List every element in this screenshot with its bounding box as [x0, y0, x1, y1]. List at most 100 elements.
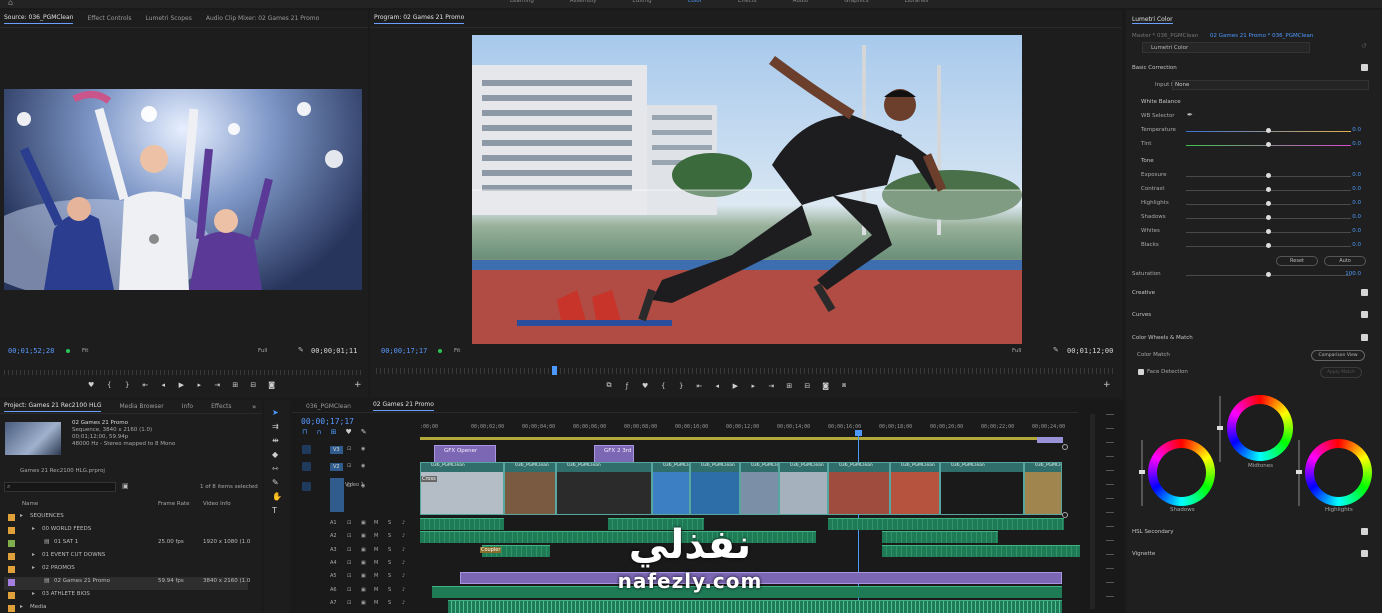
eye-icon[interactable]: ◉: [361, 446, 365, 452]
label-color-swatch[interactable]: [8, 540, 15, 547]
hsl-secondary-checkbox[interactable]: [1361, 528, 1368, 535]
program-timecode[interactable]: 00;00;17;17: [381, 347, 427, 355]
video-clip[interactable]: 036_PGMClean: [690, 462, 740, 515]
track-target-a7[interactable]: A7: [330, 600, 337, 606]
workspace-audio[interactable]: Audio: [793, 0, 809, 4]
solo-button[interactable]: S: [388, 560, 391, 566]
insert-icon[interactable]: ⊞: [232, 381, 238, 389]
video-clip[interactable]: 036_PGMClean: [556, 462, 652, 515]
workspace-color[interactable]: Color: [688, 0, 702, 4]
timeline-timecode[interactable]: 00;00;17;17: [301, 417, 354, 426]
track-target-a6[interactable]: A6: [330, 587, 337, 593]
eyedropper-icon[interactable]: ✒: [1187, 111, 1193, 119]
auto-button[interactable]: Auto: [1324, 256, 1366, 266]
saturation-slider[interactable]: Saturation 100.0: [1132, 271, 1361, 281]
sync-icon[interactable]: ▣: [361, 560, 366, 566]
list-item[interactable]: ▸ 01 EVENT CUT DOWNS: [4, 551, 248, 564]
workspace-libraries[interactable]: Libraries: [905, 0, 929, 4]
program-playhead[interactable]: [552, 366, 557, 375]
vignette-checkbox[interactable]: [1361, 550, 1368, 557]
track-target-v2[interactable]: V2: [330, 463, 343, 471]
video-clip[interactable]: 036_PGMClean: [828, 462, 890, 515]
playhead-handle[interactable]: [855, 430, 862, 436]
column-name[interactable]: Name: [22, 501, 38, 507]
new-bin-icon[interactable]: ▣: [122, 482, 129, 490]
sequence-icon[interactable]: ⊞: [331, 428, 337, 436]
list-item[interactable]: ▸ SEQUENCES: [4, 512, 248, 525]
mark-in-icon[interactable]: {: [106, 381, 112, 389]
lumetri-master-path[interactable]: Master * 036_PGMClean: [1132, 33, 1198, 39]
label-color-swatch[interactable]: [8, 605, 15, 612]
go-to-out-icon[interactable]: ⇥: [768, 382, 774, 390]
audio-clip[interactable]: [882, 545, 1082, 557]
mic-icon[interactable]: ♪: [402, 520, 405, 526]
mic-icon[interactable]: ♪: [402, 573, 405, 579]
section-hsl-secondary[interactable]: HSL Secondary: [1132, 529, 1174, 535]
export-frame-icon[interactable]: ◙: [822, 382, 829, 390]
cross-dissolve-label[interactable]: Cross: [421, 476, 437, 482]
program-fit-select[interactable]: Fit: [454, 348, 460, 354]
lock-icon[interactable]: ⊡: [347, 547, 351, 553]
solo-button[interactable]: S: [388, 587, 391, 593]
face-detection-checkbox[interactable]: [1138, 369, 1144, 375]
workspace-editing[interactable]: Editing: [632, 0, 651, 4]
mic-icon[interactable]: ♪: [402, 600, 405, 606]
list-item[interactable]: ▤ 01 SAT 1 25.00 fps 1920 x 1080 (1.0: [4, 538, 250, 551]
solo-button[interactable]: S: [388, 533, 391, 539]
in-out-range[interactable]: [1037, 437, 1063, 443]
lift-icon[interactable]: ⧉: [606, 381, 612, 390]
step-forward-icon[interactable]: ▸: [750, 382, 756, 390]
add-button-icon[interactable]: +: [354, 380, 362, 390]
lock-icon[interactable]: ⊡: [347, 600, 351, 606]
label-color-swatch[interactable]: [8, 527, 15, 534]
timeline-vscroll[interactable]: [1065, 440, 1069, 600]
sync-icon[interactable]: ▣: [361, 600, 366, 606]
snap-icon[interactable]: ⊓: [302, 428, 307, 436]
gfx-opener-clip[interactable]: GFX Opener: [434, 445, 496, 463]
source-fit-select[interactable]: Fit: [82, 348, 88, 354]
source-patch-v1[interactable]: [302, 482, 311, 491]
section-basic-correction[interactable]: Basic Correction: [1132, 65, 1177, 71]
white-balance-heading[interactable]: White Balance: [1141, 99, 1181, 105]
mute-button[interactable]: M: [374, 600, 378, 606]
go-to-out-icon[interactable]: ⇥: [214, 381, 220, 389]
play-icon[interactable]: ▶: [732, 382, 738, 390]
lock-icon[interactable]: ⊡: [347, 533, 351, 539]
label-color-swatch[interactable]: [8, 553, 15, 560]
label-color-swatch[interactable]: [8, 592, 15, 599]
mic-icon[interactable]: ♪: [402, 533, 405, 539]
source-quality-select[interactable]: Full: [258, 348, 267, 354]
lock-icon[interactable]: ⊡: [347, 463, 351, 469]
panel-menu-icon[interactable]: »: [252, 403, 256, 411]
lock-icon[interactable]: ⊡: [347, 560, 351, 566]
step-forward-icon[interactable]: ▸: [196, 381, 202, 389]
workspace-effects[interactable]: Effects: [738, 0, 757, 4]
solo-button[interactable]: S: [388, 573, 391, 579]
list-item[interactable]: ▸ 00 WORLD FEEDS: [4, 525, 248, 538]
fx-icon[interactable]: ƒ: [624, 382, 630, 390]
add-marker-icon[interactable]: ♥: [642, 382, 648, 390]
section-curves[interactable]: Curves: [1132, 312, 1151, 318]
contrast-slider[interactable]: Contrast 0.0: [1141, 186, 1361, 196]
wrench-icon[interactable]: ✎: [1053, 346, 1059, 354]
shadows-slider[interactable]: Shadows 0.0: [1141, 214, 1361, 224]
sync-icon[interactable]: ▣: [361, 547, 366, 553]
source-patch-v2[interactable]: [302, 462, 311, 471]
mute-button[interactable]: M: [374, 560, 378, 566]
gfx-2-3rd-clip[interactable]: GFX 2 3rd: [594, 445, 634, 463]
temperature-slider[interactable]: Temperature 0.0: [1141, 127, 1361, 137]
eye-icon[interactable]: ◉: [361, 463, 365, 469]
hand-icon[interactable]: ✋: [272, 492, 282, 501]
export-frame-icon[interactable]: ◙: [268, 381, 275, 389]
audio-clip[interactable]: [882, 531, 998, 543]
slip-icon[interactable]: ⇿: [272, 464, 282, 473]
section-creative[interactable]: Creative: [1132, 290, 1155, 296]
mark-out-icon[interactable]: }: [678, 382, 684, 390]
shadows-slider[interactable]: [1139, 440, 1145, 506]
track-target-a2[interactable]: A2: [330, 533, 337, 539]
highlights-color-wheel[interactable]: [1305, 439, 1372, 506]
section-color-wheels[interactable]: Color Wheels & Match: [1132, 335, 1193, 341]
tone-heading[interactable]: Tone: [1141, 158, 1154, 164]
v1-source-patch[interactable]: [330, 478, 344, 512]
program-quality-select[interactable]: Full: [1012, 348, 1021, 354]
